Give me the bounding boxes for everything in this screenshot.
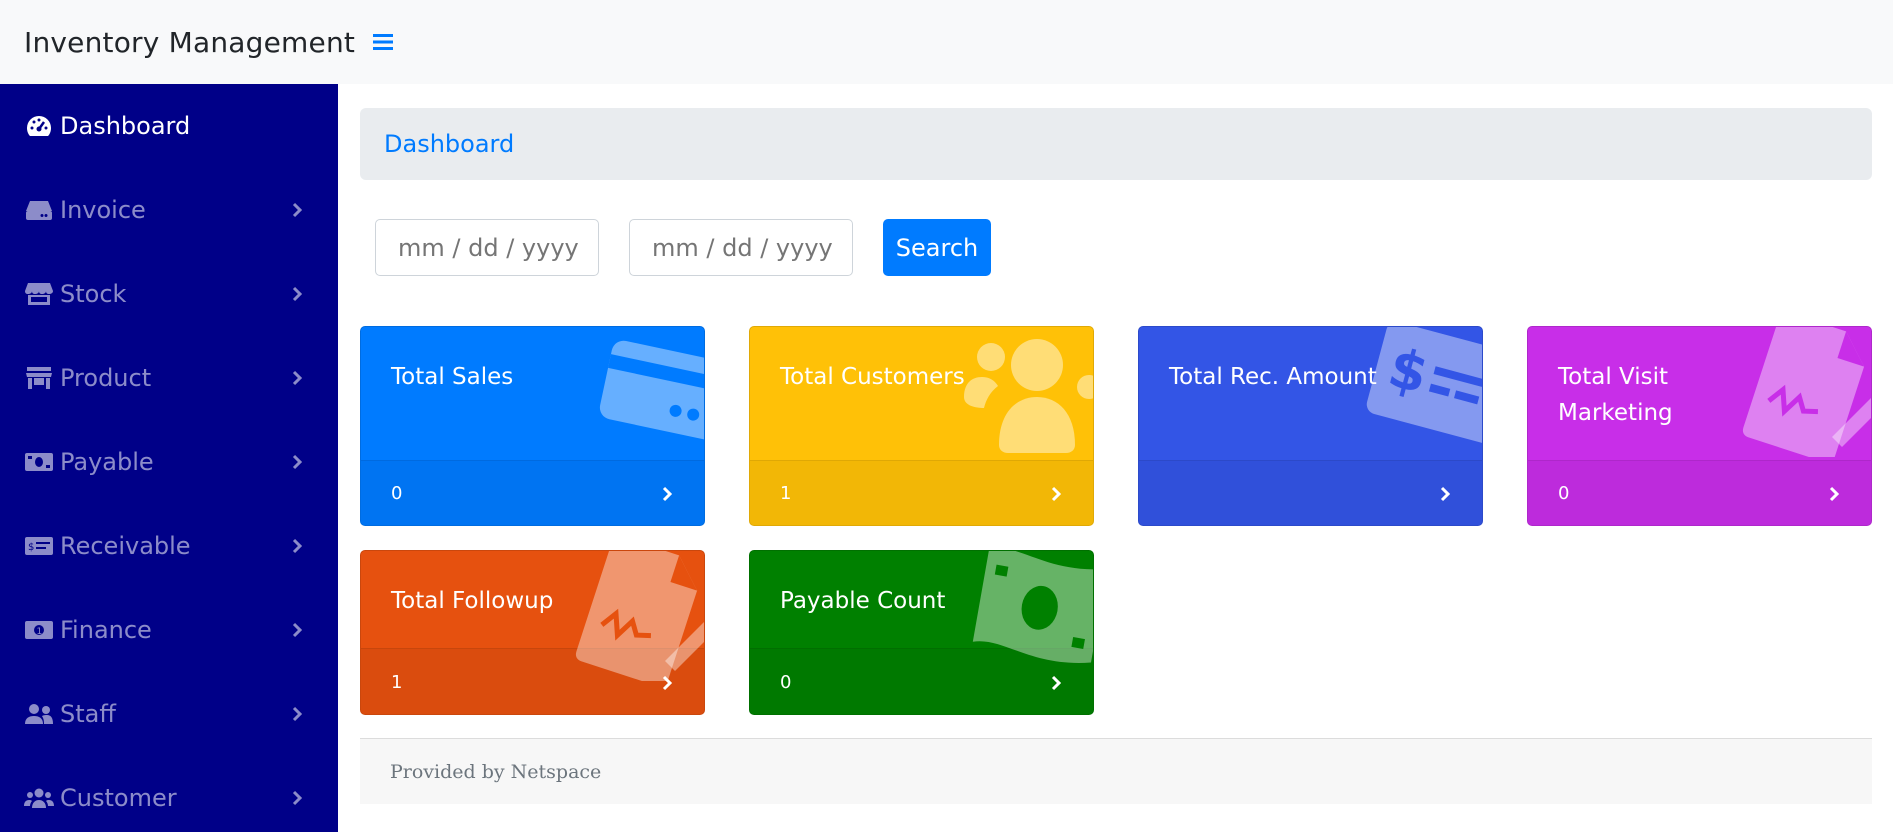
- sidebar-item-dashboard[interactable]: Dashboard: [0, 84, 338, 168]
- search-button[interactable]: Search: [883, 219, 991, 276]
- users-icon: [24, 785, 54, 811]
- sidebar-item-label: Receivable: [60, 532, 191, 560]
- card-value: 1: [780, 483, 792, 504]
- money-bill-icon: [24, 449, 54, 475]
- sidebar-item-customer[interactable]: Customer: [0, 756, 338, 840]
- from-date-input[interactable]: [375, 219, 599, 276]
- chevron-right-icon: [1051, 485, 1063, 503]
- top-navbar: Inventory Management: [0, 0, 1893, 84]
- store-icon: [24, 281, 54, 307]
- sidebar-item-label: Payable: [60, 448, 154, 476]
- chevron-right-icon: [292, 368, 308, 388]
- page-footer: Provided by Netspace: [360, 738, 1872, 804]
- sidebar-item-stock[interactable]: Stock: [0, 252, 338, 336]
- sidebar-item-label: Dashboard: [60, 112, 191, 140]
- store-alt-icon: [24, 365, 54, 391]
- total-followup-card[interactable]: Total Followup 1: [360, 550, 705, 715]
- chevron-right-icon: [1440, 485, 1452, 503]
- card-title: Payable Count: [780, 588, 946, 614]
- chevron-right-icon: [292, 452, 308, 472]
- card-title: Total Sales: [391, 364, 514, 390]
- card-title: Total Customers: [780, 364, 965, 390]
- chevron-right-icon: [292, 200, 308, 220]
- card-value: 0: [391, 483, 403, 504]
- money-check-icon: $: [24, 533, 54, 559]
- sidebar-item-product[interactable]: Product: [0, 336, 338, 420]
- svg-text:1: 1: [37, 627, 43, 637]
- sidebar-item-label: Finance: [60, 616, 152, 644]
- card-title: Total Followup: [391, 588, 554, 614]
- tachometer-icon: [24, 113, 54, 139]
- svg-text:$: $: [28, 542, 34, 553]
- card-value: 0: [1558, 483, 1570, 504]
- card-value: 0: [780, 672, 792, 693]
- sidebar-item-label: Invoice: [60, 196, 146, 224]
- chevron-right-icon: [292, 620, 308, 640]
- card-footer[interactable]: 0: [1528, 460, 1871, 525]
- hamburger-icon[interactable]: [373, 29, 399, 55]
- total-customers-card[interactable]: Total Customers 1: [749, 326, 1094, 526]
- chevron-right-icon: [292, 536, 308, 556]
- chevron-right-icon: [292, 704, 308, 724]
- chevron-right-icon: [662, 485, 674, 503]
- chevron-right-icon: [292, 788, 308, 808]
- total-rec-amount-card[interactable]: $ Total Rec. Amount: [1138, 326, 1483, 526]
- sidebar-item-payable[interactable]: Payable: [0, 420, 338, 504]
- breadcrumb: Dashboard: [360, 108, 1872, 180]
- card-footer[interactable]: 1: [750, 460, 1093, 525]
- main-content: Dashboard Search Total Sales 0 Total Cus…: [338, 84, 1893, 832]
- hdd-icon: [24, 197, 54, 223]
- sidebar: Dashboard Invoice Stock Product Payable …: [0, 84, 338, 832]
- app-title[interactable]: Inventory Management: [24, 26, 355, 59]
- breadcrumb-dashboard-link[interactable]: Dashboard: [384, 130, 514, 158]
- sidebar-item-label: Customer: [60, 784, 177, 812]
- chevron-right-icon: [1829, 485, 1841, 503]
- card-title: Total Visit Marketing: [1558, 364, 1673, 426]
- card-title: Total Rec. Amount: [1169, 364, 1377, 390]
- footer-text: Provided by Netspace: [390, 760, 602, 783]
- card-value: 1: [391, 672, 403, 693]
- total-sales-card[interactable]: Total Sales 0: [360, 326, 705, 526]
- total-visit-marketing-card[interactable]: Total Visit Marketing 0: [1527, 326, 1872, 526]
- sidebar-item-invoice[interactable]: Invoice: [0, 168, 338, 252]
- user-friends-icon: [24, 701, 54, 727]
- sidebar-item-label: Stock: [60, 280, 127, 308]
- chevron-right-icon: [292, 284, 308, 304]
- card-footer[interactable]: 0: [361, 460, 704, 525]
- card-footer[interactable]: [1139, 460, 1482, 525]
- sidebar-item-receivable[interactable]: $ Receivable: [0, 504, 338, 588]
- to-date-input[interactable]: [629, 219, 853, 276]
- sidebar-item-label: Staff: [60, 700, 116, 728]
- sidebar-item-staff[interactable]: Staff: [0, 672, 338, 756]
- money-bill-alt-icon: 1: [24, 617, 54, 643]
- sidebar-item-label: Product: [60, 364, 152, 392]
- sidebar-item-finance[interactable]: 1 Finance: [0, 588, 338, 672]
- payable-count-card[interactable]: Payable Count 0: [749, 550, 1094, 715]
